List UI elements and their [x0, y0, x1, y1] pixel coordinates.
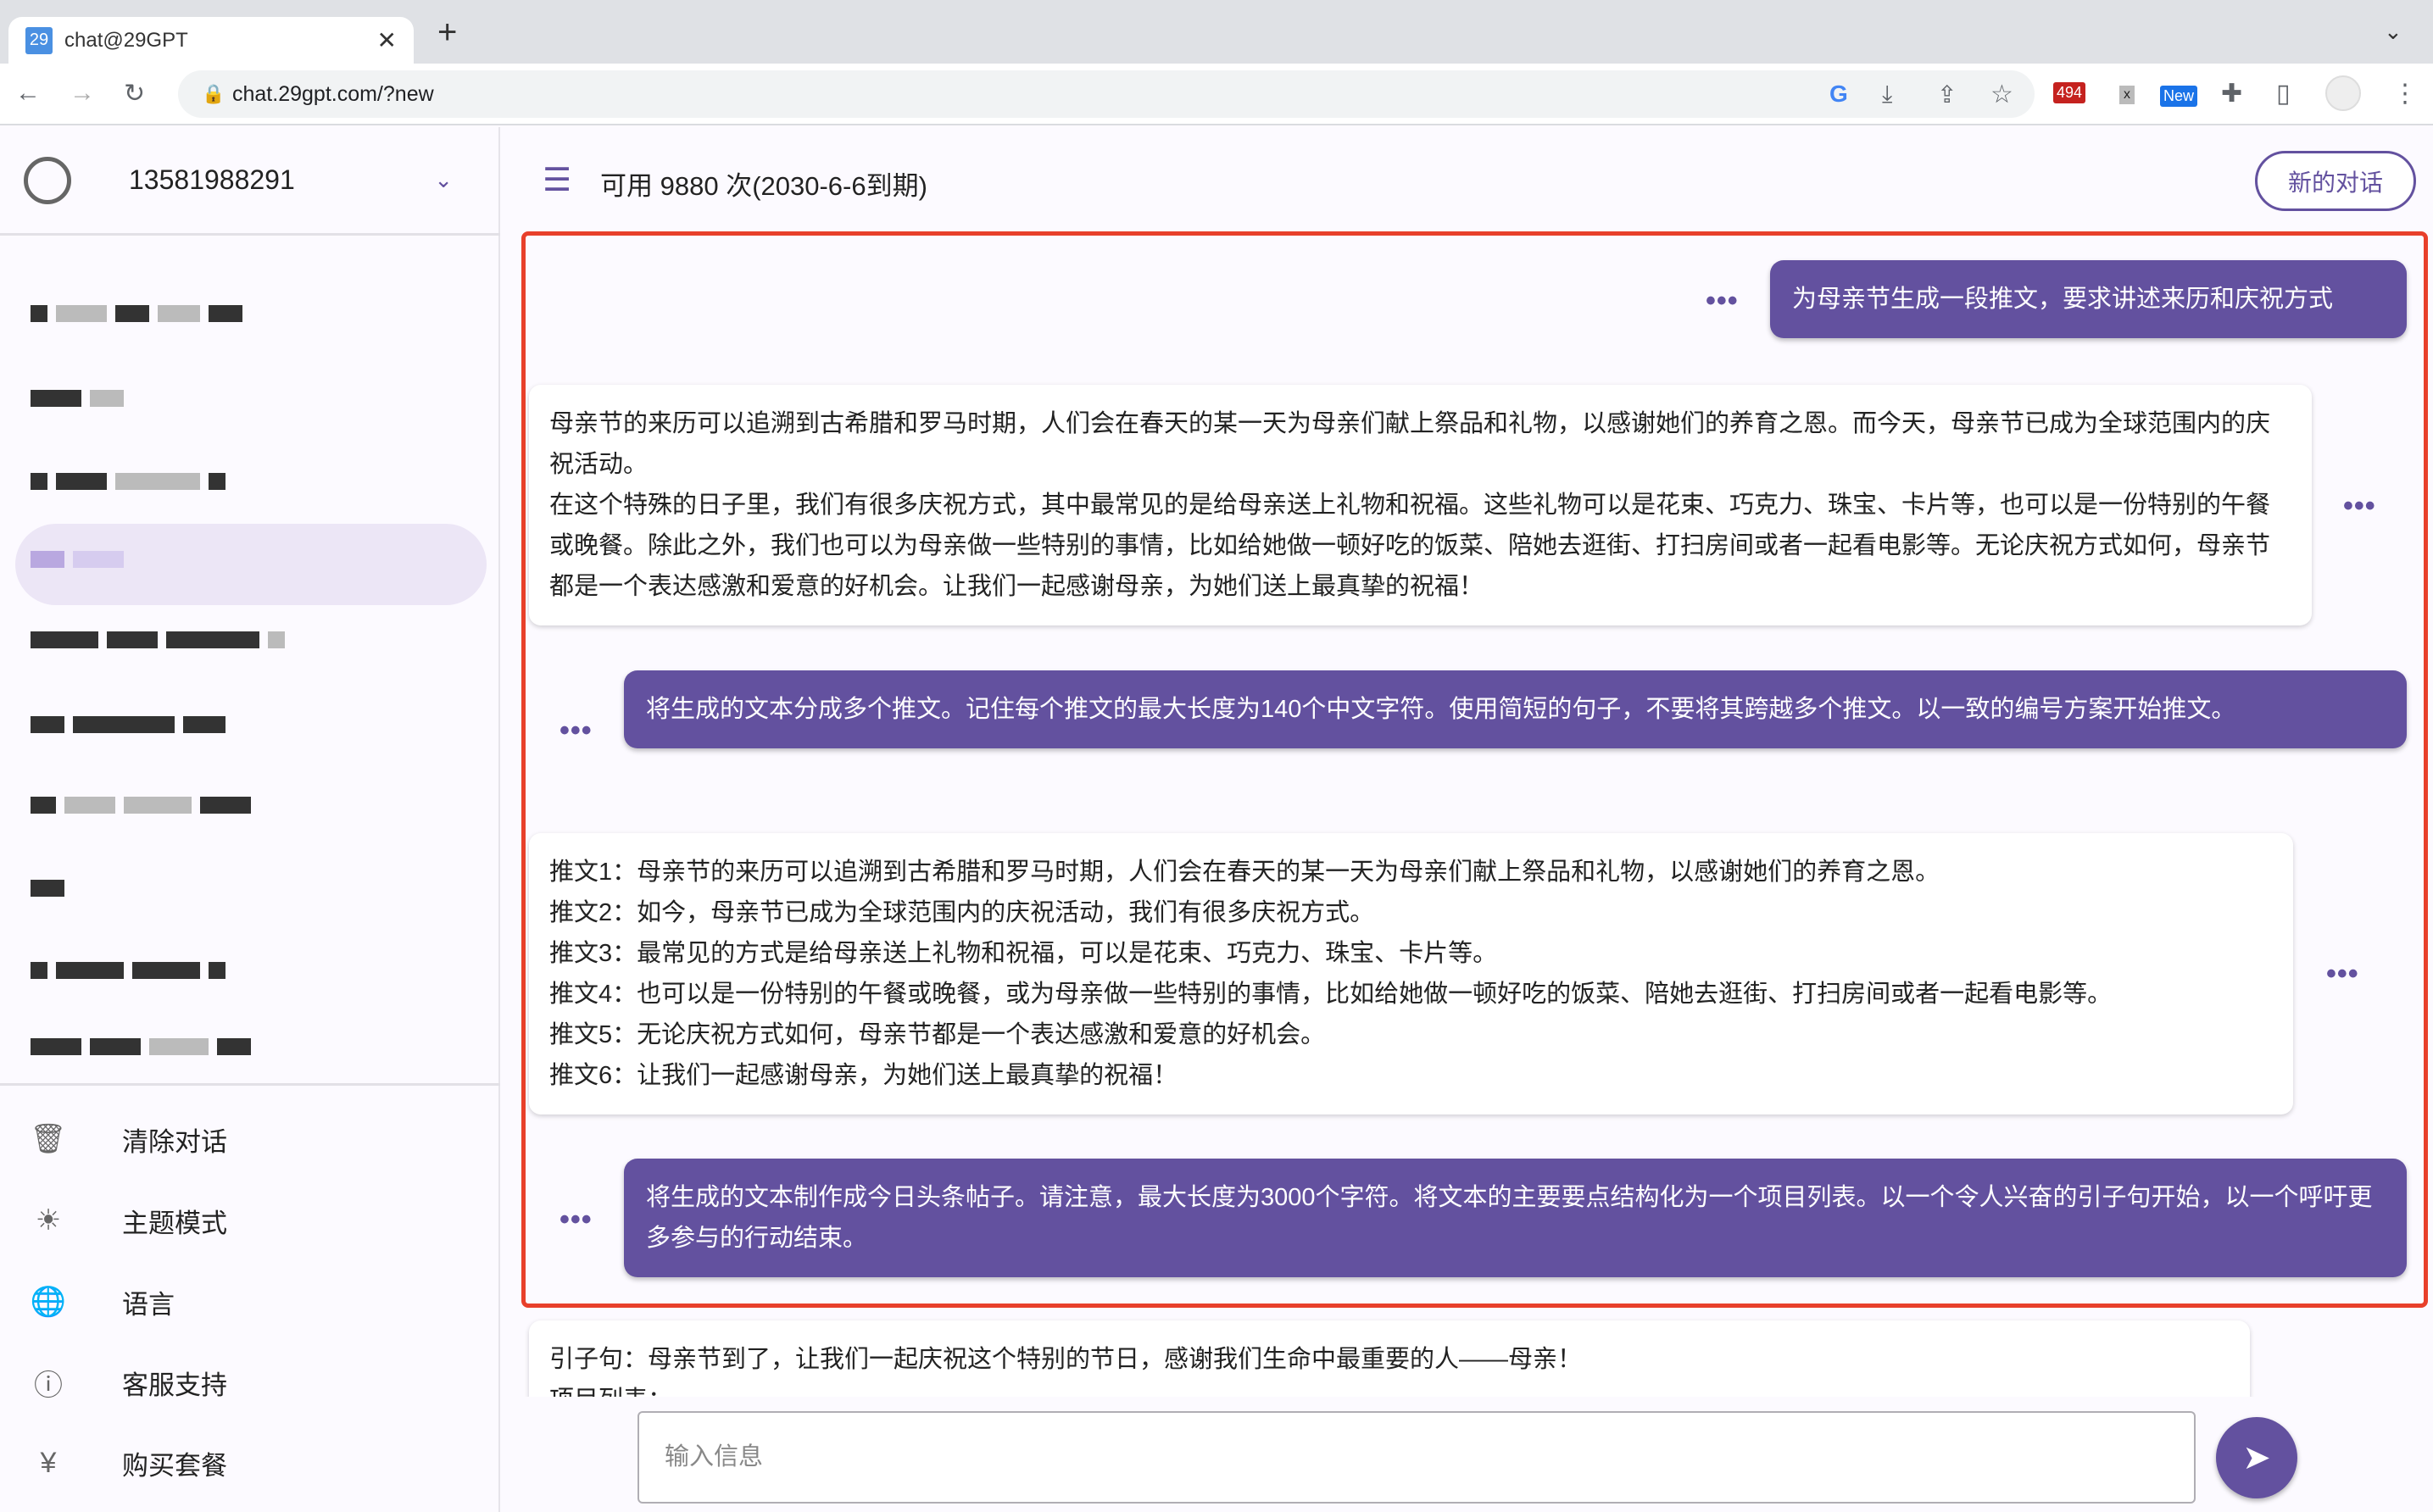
- globe-icon: 🌐: [30, 1286, 67, 1318]
- highlight-annotation-box: [521, 231, 2428, 1308]
- sidebar-item-theme[interactable]: ☀ 主题模式: [0, 1182, 500, 1259]
- input-area: ➤: [502, 1397, 2433, 1512]
- avatar-icon: [24, 156, 71, 204]
- extensions-puzzle-icon[interactable]: ✚: [2221, 79, 2242, 108]
- send-icon: ➤: [2242, 1439, 2271, 1476]
- account-header[interactable]: 13581988291 ⌄: [0, 127, 500, 236]
- yen-icon: ¥: [40, 1446, 57, 1479]
- address-bar[interactable]: 🔒 chat.29gpt.com/?new G ⤓ ⇪ ☆: [178, 70, 2035, 118]
- url-text: chat.29gpt.com/?new: [232, 81, 434, 106]
- browser-tab[interactable]: 29 chat@29GPT ✕: [8, 17, 414, 64]
- tab-list-chevron-icon[interactable]: ⌄: [2384, 19, 2402, 45]
- sidebar-item-label: 购买套餐: [122, 1450, 227, 1481]
- help-icon: ⓘ: [34, 1369, 63, 1402]
- conversation-item[interactable]: [31, 473, 225, 507]
- quota-text: 可用 9880 次(2030-6-6到期): [600, 171, 927, 201]
- chat-header: ☰ 可用 9880 次(2030-6-6到期): [502, 127, 2433, 232]
- tab-title: chat@29GPT: [64, 28, 188, 52]
- chevron-down-icon[interactable]: ⌄: [434, 167, 453, 193]
- hamburger-menu-icon[interactable]: ☰: [543, 161, 571, 199]
- browser-tab-bar: 29 chat@29GPT ✕ + ⌄: [0, 0, 2433, 64]
- favicon: 29: [25, 26, 53, 54]
- conversation-item[interactable]: [31, 551, 124, 585]
- new-chat-button[interactable]: 新的对话: [2255, 151, 2416, 211]
- conversation-item[interactable]: [31, 716, 225, 750]
- sidebar-item-label: 语言: [122, 1289, 175, 1320]
- sidebar-item-support[interactable]: ⓘ 客服支持: [0, 1344, 500, 1420]
- extension-x-icon[interactable]: x: [2119, 86, 2135, 104]
- conversation-item[interactable]: [31, 962, 225, 996]
- sidebar-item-language[interactable]: 🌐 语言: [0, 1264, 500, 1340]
- conversation-item[interactable]: [31, 797, 251, 831]
- conversation-item[interactable]: [31, 880, 64, 914]
- new-tab-icon[interactable]: +: [437, 14, 457, 52]
- send-button[interactable]: ➤: [2216, 1417, 2297, 1498]
- gmail-extension-icon[interactable]: 494: [2053, 82, 2086, 103]
- profile-avatar[interactable]: [2325, 75, 2361, 111]
- trash-icon: 🗑: [30, 1123, 67, 1155]
- lock-icon: 🔒: [202, 83, 225, 104]
- menu-kebab-icon[interactable]: ⋮: [2392, 79, 2418, 108]
- sidebar-item-clear[interactable]: 🗑 清除对话: [0, 1101, 500, 1177]
- sidebar: 13581988291 ⌄ 🗑 清除对话 ☀ 主题模式 🌐 语言 ⓘ 客服支持 ¥ 购买套…: [0, 127, 500, 1512]
- close-tab-icon[interactable]: ✕: [377, 26, 397, 54]
- sidebar-item-purchase[interactable]: ¥ 购买套餐: [0, 1425, 500, 1501]
- conversation-item[interactable]: [31, 1038, 251, 1072]
- sidebar-item-label: 清除对话: [122, 1126, 227, 1157]
- browser-toolbar: ← → ↻ 🔒 chat.29gpt.com/?new G ⤓ ⇪ ☆ 494 …: [0, 64, 2433, 125]
- message-line: 引子句：母亲节到了，让我们一起庆祝这个特别的节日，感谢我们生命中最重要的人——母…: [549, 1346, 1583, 1373]
- google-icon[interactable]: G: [1829, 81, 1848, 108]
- sidebar-item-label: 主题模式: [122, 1208, 227, 1238]
- message-input[interactable]: [637, 1411, 2196, 1504]
- conversation-item[interactable]: [31, 631, 285, 665]
- sidebar-menu: 🗑 清除对话 ☀ 主题模式 🌐 语言 ⓘ 客服支持 ¥ 购买套餐: [0, 1083, 500, 1481]
- reload-icon[interactable]: ↻: [124, 79, 145, 108]
- forward-icon[interactable]: →: [70, 79, 95, 108]
- conversation-item[interactable]: [31, 390, 124, 424]
- install-icon[interactable]: ⤓: [1882, 81, 1892, 108]
- sidebar-item-label: 客服支持: [122, 1370, 227, 1400]
- sun-icon: ☀: [35, 1204, 62, 1237]
- back-icon[interactable]: ←: [15, 79, 41, 108]
- conversation-item[interactable]: [31, 305, 242, 339]
- bookmark-star-icon[interactable]: ☆: [1990, 80, 2013, 109]
- extension-new-icon[interactable]: New: [2160, 86, 2198, 107]
- share-icon[interactable]: ⇪: [1937, 81, 1957, 108]
- account-name: 13581988291: [129, 164, 295, 195]
- side-panel-icon[interactable]: ▯: [2276, 79, 2291, 108]
